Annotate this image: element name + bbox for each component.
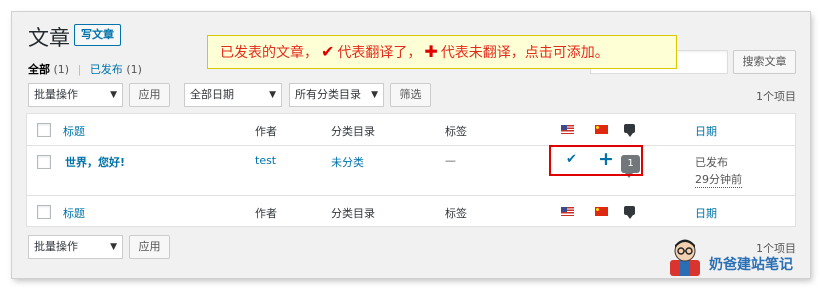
us-flag-icon bbox=[561, 125, 574, 134]
cn-flag-icon bbox=[595, 125, 608, 134]
apply-button-top[interactable]: 应用 bbox=[129, 83, 170, 107]
date-filter-value: 全部日期 bbox=[190, 88, 234, 101]
category-filter-select[interactable]: 所有分类目录 ▼ bbox=[289, 83, 384, 107]
search-posts-button[interactable]: 搜索文章 bbox=[733, 50, 796, 74]
plus-icon: ✚ bbox=[424, 42, 438, 61]
comment-icon[interactable] bbox=[624, 124, 635, 137]
chevron-down-icon: ▼ bbox=[269, 90, 276, 100]
footer-divider bbox=[27, 195, 795, 196]
bulk-actions-value: 批量操作 bbox=[34, 88, 78, 101]
comment-icon[interactable] bbox=[624, 206, 635, 219]
apply-button-bottom[interactable]: 应用 bbox=[129, 235, 170, 259]
items-count-top: 1个项目 bbox=[756, 90, 796, 103]
chevron-down-icon: ▼ bbox=[110, 90, 117, 100]
cn-flag-icon bbox=[595, 207, 608, 216]
add-new-post-button[interactable]: 写文章 bbox=[74, 24, 121, 46]
bulk-actions-select-top[interactable]: 批量操作 ▼ bbox=[28, 83, 123, 107]
column-date-footer[interactable]: 日期 bbox=[695, 205, 717, 221]
chevron-down-icon: ▼ bbox=[371, 90, 378, 100]
post-title-link[interactable]: 世界，您好! bbox=[65, 154, 125, 170]
view-all-count: (1) bbox=[53, 63, 70, 76]
select-all-checkbox-bottom[interactable] bbox=[37, 205, 51, 219]
filter-button[interactable]: 筛选 bbox=[390, 83, 431, 107]
bulk-actions-select-bottom[interactable]: 批量操作 ▼ bbox=[28, 235, 123, 259]
view-published-count: (1) bbox=[126, 63, 142, 76]
watermark-text: 奶爸建站笔记 bbox=[709, 257, 793, 273]
check-icon[interactable]: ✔ bbox=[566, 152, 577, 167]
chevron-down-icon: ▼ bbox=[110, 242, 117, 252]
view-all-link[interactable]: 全部 bbox=[28, 63, 50, 76]
bulk-actions-value: 批量操作 bbox=[34, 240, 78, 253]
column-categories-header: 分类目录 bbox=[331, 125, 375, 138]
column-title-footer[interactable]: 标题 bbox=[63, 205, 85, 221]
post-status: 已发布 bbox=[695, 156, 728, 169]
watermark: 奶爸建站笔记 bbox=[665, 238, 810, 280]
date-filter-select[interactable]: 全部日期 ▼ bbox=[184, 83, 282, 107]
us-flag-icon bbox=[561, 207, 574, 216]
callout-text-1: 已发表的文章， bbox=[220, 45, 318, 61]
category-filter-value: 所有分类目录 bbox=[295, 88, 361, 101]
column-date-header[interactable]: 日期 bbox=[695, 123, 717, 139]
select-all-checkbox-top[interactable] bbox=[37, 123, 51, 137]
check-icon: ✔ bbox=[321, 42, 335, 61]
translation-status-highlight: ✔ + bbox=[549, 145, 643, 176]
post-date: 29分钟前 bbox=[695, 173, 742, 188]
view-separator: | bbox=[77, 63, 82, 76]
view-published-link[interactable]: 已发布 bbox=[90, 63, 123, 76]
callout-text-3: 代表未翻译，点击可添加。 bbox=[440, 45, 609, 61]
column-author-header: 作者 bbox=[255, 125, 277, 138]
column-tags-header: 标签 bbox=[445, 125, 467, 138]
column-tags-footer: 标签 bbox=[445, 207, 467, 220]
post-category-link[interactable]: 未分类 bbox=[331, 154, 364, 170]
column-categories-footer: 分类目录 bbox=[331, 207, 375, 220]
post-author-link[interactable]: test bbox=[255, 154, 276, 167]
callout-text-2: 代表翻译了， bbox=[337, 45, 422, 61]
watermark-avatar-icon bbox=[670, 239, 700, 276]
row-checkbox[interactable] bbox=[37, 155, 51, 169]
header-divider bbox=[27, 145, 795, 146]
post-status-views: 全部 (1) | 已发布 (1) bbox=[28, 61, 142, 77]
plus-icon[interactable]: + bbox=[598, 148, 614, 170]
posts-table: 标题 作者 分类目录 标签 日期 世界，您好! test 未分类 — 1 已发布… bbox=[26, 113, 796, 227]
column-author-footer: 作者 bbox=[255, 207, 277, 220]
column-title-header[interactable]: 标题 bbox=[63, 123, 85, 139]
page-title: 文章 bbox=[28, 26, 70, 50]
post-tags-value: — bbox=[445, 154, 456, 167]
annotation-callout: 已发表的文章， ✔ 代表翻译了， ✚ 代表未翻译，点击可添加。 bbox=[207, 35, 677, 69]
